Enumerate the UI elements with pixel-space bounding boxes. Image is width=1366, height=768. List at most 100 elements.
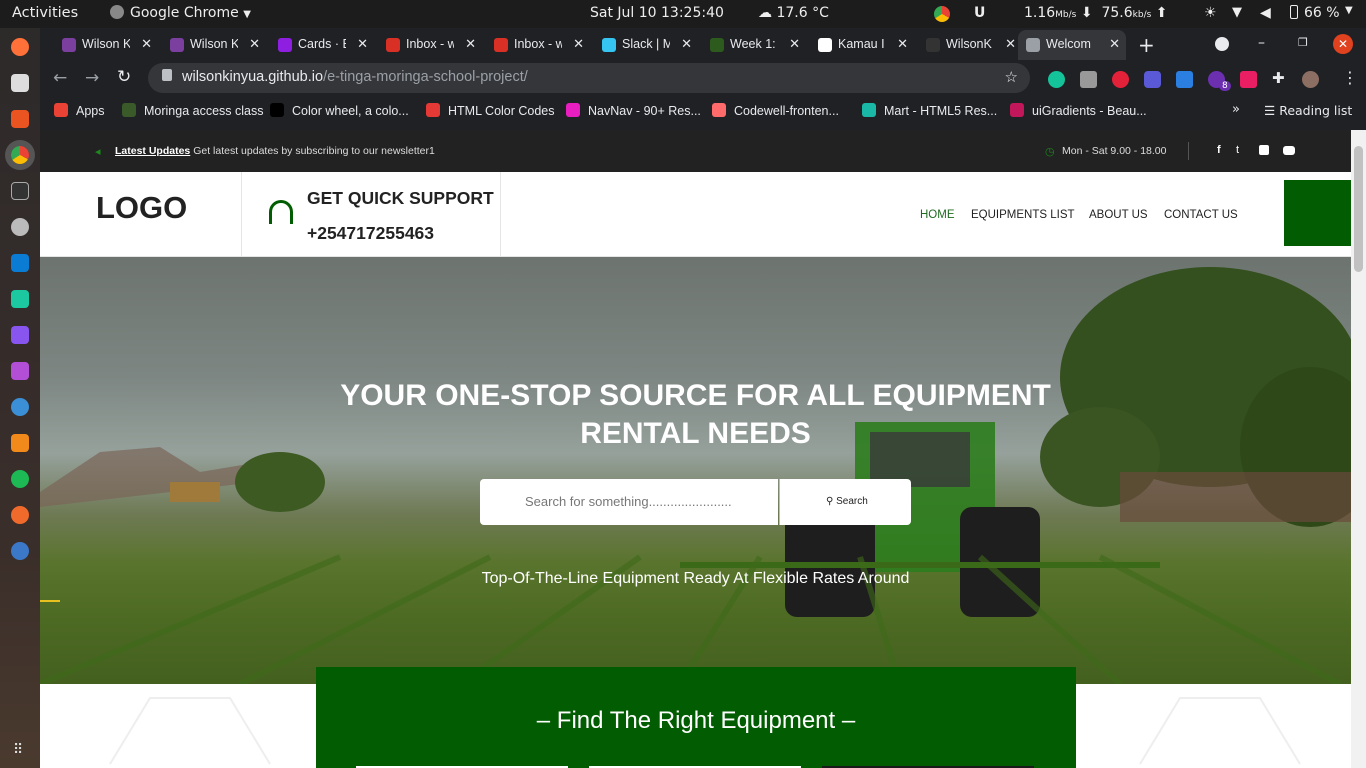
fontface-icon[interactable] [1176,71,1193,88]
hero-search-input[interactable]: Search for something....................… [480,479,778,525]
spotify-icon[interactable] [11,470,29,488]
browser-tab[interactable]: Inbox - w ✕ [486,30,590,60]
bookmark-item[interactable]: Codewell-fronten... [712,103,839,118]
header-green-button[interactable] [1284,180,1351,246]
bookmark-star-icon[interactable]: ☆ [1005,68,1018,86]
bookmark-item[interactable]: HTML Color Codes [426,103,555,118]
tab-close-icon[interactable]: ✕ [141,36,152,52]
wifi-icon[interactable]: ▼ [1232,5,1242,20]
grammarly-icon[interactable] [1048,71,1065,88]
browser-tab[interactable]: WilsonK ✕ [918,30,1022,60]
kebab-menu-icon[interactable]: ⋮ [1342,68,1358,87]
nav-equipments-list[interactable]: EQUIPMENTS LIST [971,209,1075,221]
chrome-dock-icon[interactable] [11,146,29,164]
chevron-down-icon: ▼ [243,9,251,20]
tab-close-icon[interactable]: ✕ [249,36,260,52]
software-center-icon[interactable] [11,110,29,128]
activities-button[interactable]: Activities [12,5,78,21]
bookmark-item[interactable]: Color wheel, a colo... [270,103,409,118]
browser-tab[interactable]: Welcom ✕ [1018,30,1126,60]
hero-search-button[interactable]: ⚲ Search [779,479,911,525]
firefox-icon[interactable] [11,38,29,56]
browser-tab[interactable]: Wilson K ✕ [54,30,158,60]
files-icon[interactable] [11,74,29,92]
tab-close-icon[interactable]: ✕ [897,36,908,52]
browser-tab[interactable]: Kamau I ✕ [810,30,914,60]
weather-indicator[interactable]: ☁ 17.6 °C [758,5,829,21]
bookmark-item[interactable]: NavNav - 90+ Res... [566,103,701,118]
screen-recorder-icon[interactable] [1240,71,1257,88]
facebook-icon[interactable]: f [1217,144,1221,156]
system-menu-chevron-icon[interactable]: ▼ [1345,5,1353,16]
scrollbar-thumb[interactable] [1354,146,1363,272]
volume-icon[interactable]: ◀ [1260,5,1271,21]
twitter-icon[interactable]: t [1236,144,1239,156]
tab-close-icon[interactable]: ✕ [681,36,692,52]
battery-indicator[interactable]: 66 % [1290,5,1340,21]
forward-arrow-icon[interactable]: → [85,68,99,88]
profile-avatar[interactable] [1302,71,1319,88]
vlc-icon[interactable] [11,434,29,452]
browser-tab[interactable]: Wilson K ✕ [162,30,266,60]
qbittorrent-icon[interactable] [11,542,29,560]
address-bar[interactable]: wilsonkinyua.github.io/e-tinga-moringa-s… [148,63,1030,93]
bookmark-item[interactable]: uiGradients - Beau... [1010,103,1147,118]
extension-gray-icon[interactable] [1080,71,1097,88]
linkedin-icon[interactable] [1259,145,1269,155]
tray-u-icon[interactable]: U [974,5,985,21]
extensions-puzzle-icon[interactable]: ✚ [1272,69,1285,87]
restore-icon[interactable]: ❐ [1298,36,1308,49]
bookmark-label: NavNav - 90+ Res... [588,104,701,118]
browser-tab[interactable]: Week 1: ✕ [702,30,806,60]
vscode-icon[interactable] [11,254,29,272]
bookmark-item[interactable]: Apps [54,103,105,118]
adblock-plus-icon[interactable] [1112,71,1129,88]
tab-close-icon[interactable]: ✕ [1005,36,1016,52]
video-call-icon[interactable] [1144,71,1161,88]
bookmark-favicon-icon [566,103,580,117]
webstorm-icon[interactable] [11,290,29,308]
browser-tab[interactable]: Inbox - w ✕ [378,30,482,60]
youtube-icon[interactable] [1283,146,1295,155]
terminal-icon[interactable] [11,182,29,200]
bookmarks-overflow-icon[interactable]: » [1232,102,1240,117]
close-window-icon[interactable]: ✕ [1333,34,1353,54]
reading-list-button[interactable]: ☰ Reading list [1264,103,1352,118]
nav-contact-us[interactable]: CONTACT US [1164,209,1238,221]
messenger-icon[interactable] [11,398,29,416]
site-logo[interactable]: LOGO [96,190,187,226]
tab-search-icon[interactable] [1215,37,1229,51]
net-speed-indicator[interactable]: 1.16Mb/s ⬇ 75.6kb/s ⬆ [1024,5,1167,21]
intellij-icon[interactable] [11,326,29,344]
url-path: /e-tinga-moringa-school-project/ [323,69,528,85]
browser-tab[interactable]: Cards · B ✕ [270,30,374,60]
app-menu[interactable]: Google Chrome ▼ [110,5,251,21]
show-apps-grid-icon[interactable]: ⠿ [13,742,23,758]
page-scrollbar[interactable] [1351,130,1366,768]
nav-about-us[interactable]: ABOUT US [1089,209,1148,221]
new-tab-plus-icon[interactable]: + [1138,33,1155,57]
tab-close-icon[interactable]: ✕ [465,36,476,52]
bookmark-item[interactable]: Mart - HTML5 Res... [862,103,997,118]
reload-icon[interactable]: ↻ [117,67,131,87]
minimize-icon[interactable]: – [1258,35,1265,51]
latest-updates-link[interactable]: Latest Updates [115,145,190,157]
tab-close-icon[interactable]: ✕ [1109,36,1120,52]
clock[interactable]: Sat Jul 10 13:25:40 [590,5,724,21]
browser-tab[interactable]: Slack | M ✕ [594,30,698,60]
tab-close-icon[interactable]: ✕ [789,36,800,52]
phpstorm-icon[interactable] [11,362,29,380]
support-phone[interactable]: +254717255463 [307,223,434,244]
chrome-tray-icon[interactable] [934,6,950,22]
brightness-icon[interactable]: ☀ [1204,5,1217,21]
bookmark-item[interactable]: Moringa access class [122,103,264,118]
tab-close-icon[interactable]: ✕ [357,36,368,52]
back-arrow-icon[interactable]: ← [53,68,67,88]
tab-close-icon[interactable]: ✕ [573,36,584,52]
nav-home[interactable]: HOME [920,209,955,221]
find-equipment-title: – Find The Right Equipment – [316,707,1076,735]
disks-icon[interactable] [11,218,29,236]
compass-icon[interactable] [11,506,29,524]
updates-text: Get latest updates by subscribing to our… [193,145,435,157]
tab-favicon-icon [62,38,76,52]
